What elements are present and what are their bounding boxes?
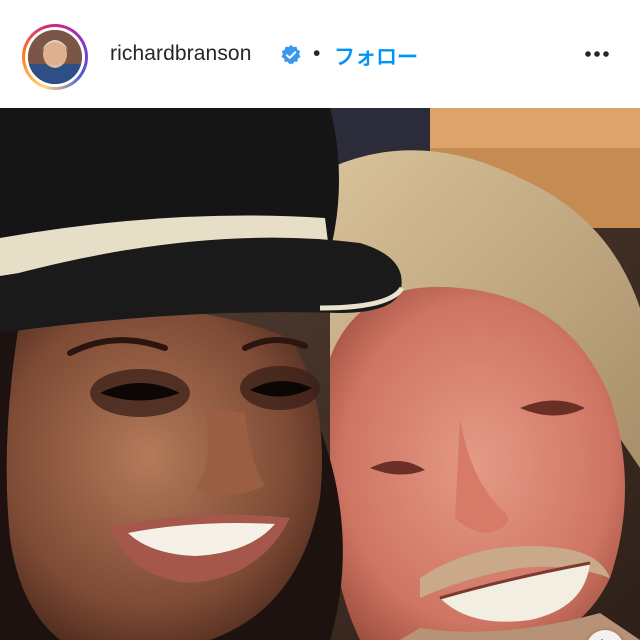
follow-button[interactable]: フォロー (334, 41, 418, 71)
post-image (0, 108, 640, 640)
more-options-icon[interactable] (582, 44, 612, 64)
separator-dot: • (313, 42, 321, 65)
story-ring[interactable] (22, 24, 88, 90)
username-link[interactable]: richardbranson (110, 42, 251, 66)
verified-badge-icon (281, 44, 301, 65)
avatar-image (28, 30, 82, 84)
post-header: richardbranson • フォロー (0, 0, 640, 108)
avatar[interactable] (28, 30, 82, 84)
post-photo[interactable] (0, 108, 640, 640)
chevron-right-icon (600, 639, 604, 640)
next-image-button[interactable] (586, 630, 624, 640)
